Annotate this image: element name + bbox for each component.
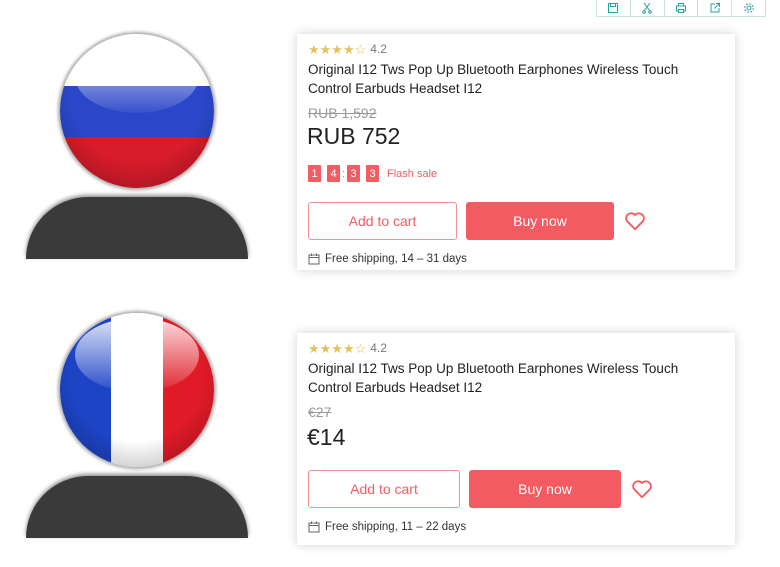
- avatar-russia: [22, 34, 252, 259]
- original-price: €27: [308, 404, 332, 420]
- save-icon: [608, 2, 619, 13]
- save-button[interactable]: [597, 0, 630, 16]
- timer-digit: 4: [327, 165, 340, 182]
- add-to-cart-button[interactable]: Add to cart: [308, 470, 460, 508]
- star-rating-icon: ★★★★☆: [308, 41, 367, 57]
- rating: ★★★★☆ 4.2: [308, 341, 387, 355]
- rating: ★★★★☆ 4.2: [308, 42, 387, 56]
- shipping-text: Free shipping, 14 – 31 days: [325, 253, 467, 265]
- timer-digit: 3: [366, 165, 379, 182]
- wishlist-heart-icon[interactable]: [631, 479, 653, 499]
- settings-icon: [743, 2, 754, 13]
- avatar-body: [26, 197, 248, 259]
- france-flag-icon: [60, 313, 214, 467]
- cut-button[interactable]: [629, 0, 664, 16]
- buy-now-button[interactable]: Buy now: [469, 470, 621, 508]
- top-toolbar: [596, 0, 766, 17]
- shipping-text: Free shipping, 11 – 22 days: [325, 521, 467, 533]
- timer-digit: 3: [347, 165, 360, 182]
- timer-separator: :: [341, 167, 346, 180]
- avatar-body: [26, 476, 248, 538]
- settings-button[interactable]: [731, 0, 765, 16]
- russia-flag-icon: [60, 34, 214, 188]
- product-title[interactable]: Original I12 Tws Pop Up Bluetooth Earpho…: [308, 60, 718, 98]
- flash-sale-label: Flash sale: [387, 167, 438, 180]
- shipping-info: Free shipping, 11 – 22 days: [308, 521, 466, 533]
- calendar-icon: [308, 253, 320, 265]
- rating-value: 4.2: [370, 341, 387, 355]
- wishlist-heart-icon[interactable]: [624, 211, 646, 231]
- print-button[interactable]: [663, 0, 698, 16]
- product-title[interactable]: Original I12 Tws Pop Up Bluetooth Earpho…: [308, 359, 718, 397]
- shipping-info: Free shipping, 14 – 31 days: [308, 253, 467, 265]
- add-to-cart-button[interactable]: Add to cart: [308, 202, 457, 240]
- avatar-france: [22, 313, 252, 538]
- star-rating-icon: ★★★★☆: [308, 340, 367, 356]
- product-card: ★★★★☆ 4.2 Original I12 Tws Pop Up Blueto…: [297, 333, 735, 545]
- rating-value: 4.2: [370, 42, 387, 56]
- share-button[interactable]: [697, 0, 731, 16]
- print-icon: [675, 2, 686, 13]
- share-icon: [710, 2, 720, 12]
- scissors-icon: [642, 2, 652, 14]
- flash-sale-timer: 1 4 : 3 3 Flash sale: [308, 165, 437, 182]
- timer-digit: 1: [308, 165, 321, 182]
- sale-price: €14: [307, 424, 346, 450]
- calendar-icon: [308, 521, 320, 533]
- product-card: ★★★★☆ 4.2 Original I12 Tws Pop Up Blueto…: [297, 34, 735, 270]
- original-price: RUB 1,592: [308, 105, 377, 121]
- sale-price: RUB 752: [307, 123, 401, 149]
- buy-now-button[interactable]: Buy now: [466, 202, 614, 240]
